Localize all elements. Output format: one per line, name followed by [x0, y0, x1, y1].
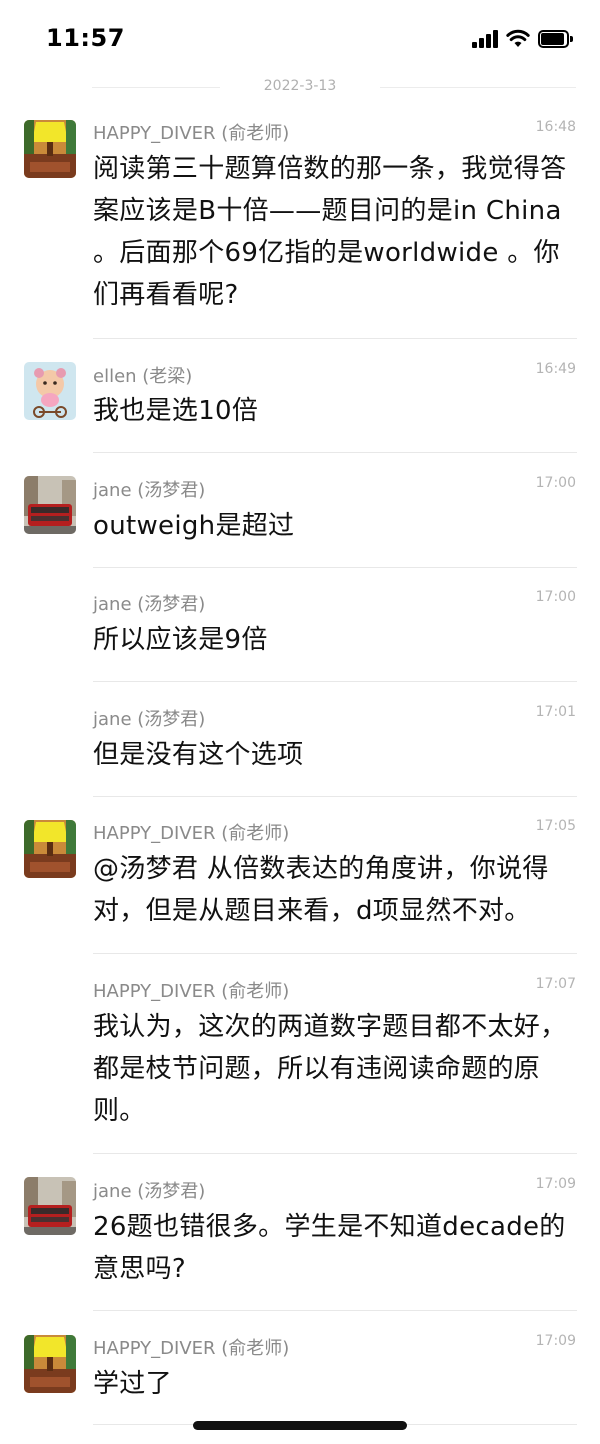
- message-text: 我认为，这次的两道数字题目都不太好，都是枝节问题，所以有违阅读命题的原则。: [93, 1012, 567, 1126]
- sender-name: jane (汤梦君): [93, 594, 206, 615]
- date-separator-line: [380, 87, 576, 88]
- message-divider: [93, 452, 577, 453]
- message-text: @汤梦君 从倍数表达的角度讲，你说得对，但是从题目来看，d项显然不对。: [93, 854, 549, 926]
- sender-name: ellen (老梁): [93, 366, 193, 387]
- sender-name: jane (汤梦君): [93, 709, 206, 730]
- battery-icon: [538, 30, 574, 48]
- status-time: 11:57: [46, 24, 125, 52]
- avatar-bus[interactable]: [24, 1177, 76, 1235]
- message-text: 所以应该是9倍: [93, 625, 268, 655]
- sender-name: HAPPY_DIVER (俞老师): [93, 123, 290, 144]
- message-divider: [93, 1310, 577, 1311]
- message-text: 阅读第三十题算倍数的那一条，我觉得答案应该是B十倍——题目问的是in China…: [93, 154, 567, 310]
- message-divider: [93, 953, 577, 954]
- message-text: 学过了: [93, 1369, 172, 1399]
- avatar-bus[interactable]: [24, 476, 76, 534]
- home-indicator[interactable]: [193, 1421, 407, 1430]
- message-time: 17:01: [535, 704, 576, 720]
- date-separator-line: [92, 87, 220, 88]
- sender-name: jane (汤梦君): [93, 480, 206, 501]
- message-divider: [93, 796, 577, 797]
- message-time: 17:09: [535, 1176, 576, 1192]
- message-divider: [93, 681, 577, 682]
- message-text: 但是没有这个选项: [93, 740, 304, 770]
- avatar-cartoon[interactable]: [24, 362, 76, 420]
- message-time: 17:00: [535, 475, 576, 491]
- avatar-lamp[interactable]: [24, 1335, 76, 1393]
- wifi-icon: [506, 29, 530, 47]
- message-divider: [93, 567, 577, 568]
- message-time: 16:48: [535, 119, 576, 135]
- date-separator: 2022-3-13: [263, 78, 337, 94]
- sender-name: HAPPY_DIVER (俞老师): [93, 823, 290, 844]
- message-divider: [93, 338, 577, 339]
- message-time: 17:09: [535, 1333, 576, 1349]
- message-time: 16:49: [535, 361, 576, 377]
- message-text: outweigh是超过: [93, 511, 295, 541]
- message-time: 17:07: [535, 976, 576, 992]
- cellular-signal-icon: [472, 30, 500, 48]
- message-time: 17:05: [535, 818, 576, 834]
- sender-name: HAPPY_DIVER (俞老师): [93, 1338, 290, 1359]
- sender-name: HAPPY_DIVER (俞老师): [93, 981, 290, 1002]
- message-text: 我也是选10倍: [93, 396, 259, 426]
- status-bar: 11:57: [0, 0, 600, 78]
- message-text: 26题也错很多。学生是不知道decade的意思吗?: [93, 1212, 566, 1284]
- sender-name: jane (汤梦君): [93, 1181, 206, 1202]
- message-divider: [93, 1153, 577, 1154]
- avatar-lamp[interactable]: [24, 120, 76, 178]
- message-time: 17:00: [535, 589, 576, 605]
- avatar-lamp[interactable]: [24, 820, 76, 878]
